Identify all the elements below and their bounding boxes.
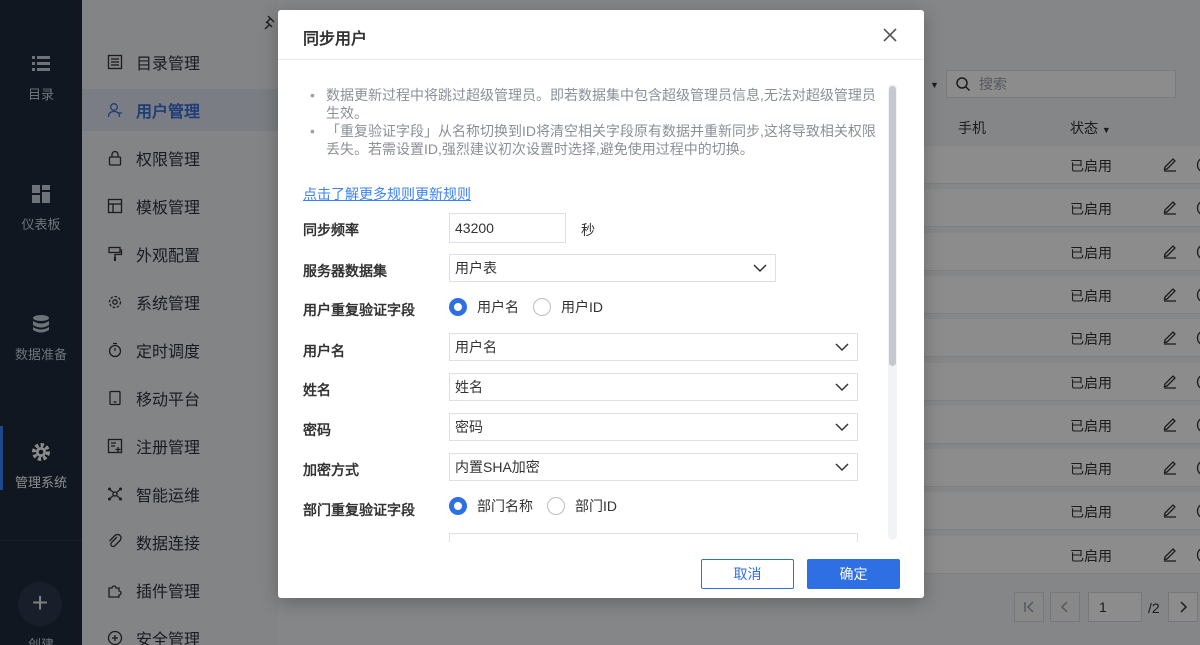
dialog-footer: 取消 确定 [278,542,924,598]
sync-notes: 数据更新过程中将跳过超级管理员。即若数据集中包含超级管理员信息,无法对超级管理员… [308,86,888,158]
chevron-down-icon [835,463,849,472]
radio-user-id[interactable]: 用户ID [533,297,603,317]
encryption-value: 内置SHA加密 [455,459,540,475]
password-select[interactable]: 密码 [449,413,858,441]
radio-label: 用户名 [477,299,519,315]
radio-checked-icon [449,497,467,515]
radio-unchecked-icon [533,298,551,316]
radio-username[interactable]: 用户名 [449,297,519,317]
radio-dept-id[interactable]: 部门ID [547,496,617,516]
encryption-select[interactable]: 内置SHA加密 [449,453,858,481]
learn-more-link[interactable]: 点击了解更多规则更新规则 [303,184,471,204]
radio-unchecked-icon [547,497,565,515]
cancel-button[interactable]: 取消 [701,559,794,589]
dept-field-select[interactable] [449,533,858,542]
radio-checked-icon [449,298,467,316]
server-dataset-label: 服务器数据集 [303,263,387,279]
dialog-scroll-thumb[interactable] [889,86,896,366]
dialog-body: 数据更新过程中将跳过超级管理员。即若数据集中包含超级管理员信息,无法对超级管理员… [278,60,924,542]
server-dataset-value: 用户表 [455,260,497,276]
note-item: 「重复验证字段」从名称切换到ID将清空相关字段原有数据并重新同步,这将导致相关权… [308,122,888,158]
server-dataset-select[interactable]: 用户表 [449,254,776,282]
username-select[interactable]: 用户名 [449,333,858,361]
radio-label: 用户ID [561,299,603,315]
sync-users-dialog: 同步用户 数据更新过程中将跳过超级管理员。即若数据集中包含超级管理员信息,无法对… [278,10,924,598]
sync-frequency-label: 同步频率 [303,222,359,238]
username-value: 用户名 [455,339,497,355]
sync-frequency-unit: 秒 [581,222,595,238]
username-label: 用户名 [303,343,345,359]
radio-label: 部门ID [575,498,617,514]
name-label: 姓名 [303,382,331,398]
encryption-label: 加密方式 [303,462,359,478]
name-select[interactable]: 姓名 [449,373,858,401]
password-label: 密码 [303,422,331,438]
dept-verify-label: 部门重复验证字段 [303,502,415,518]
radio-dept-name[interactable]: 部门名称 [449,496,533,516]
dialog-header: 同步用户 [278,10,924,60]
name-value: 姓名 [455,379,483,395]
radio-label: 部门名称 [477,498,533,514]
chevron-down-icon [835,423,849,432]
confirm-button[interactable]: 确定 [807,559,900,589]
chevron-down-icon [835,343,849,352]
password-value: 密码 [455,419,483,435]
dialog-title: 同步用户 [303,31,368,48]
note-item: 数据更新过程中将跳过超级管理员。即若数据集中包含超级管理员信息,无法对超级管理员… [308,86,888,122]
sync-frequency-input[interactable]: 43200 [449,213,566,243]
chevron-down-icon [835,383,849,392]
user-verify-label: 用户重复验证字段 [303,302,415,318]
chevron-down-icon [753,264,767,273]
close-icon[interactable] [881,26,899,44]
